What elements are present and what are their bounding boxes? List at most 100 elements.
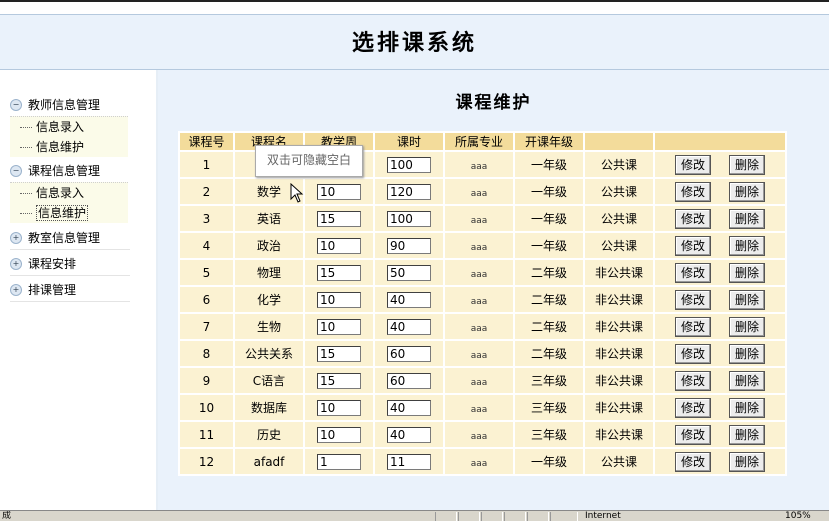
expand-icon[interactable]: + <box>10 284 22 296</box>
weeks-input[interactable] <box>317 345 361 362</box>
grade-cell: 二年级 <box>515 314 583 339</box>
sidebar-group-classroom[interactable]: + 教室信息管理 <box>10 227 130 250</box>
sidebar-group-teacher-header[interactable]: − 教师信息管理 <box>10 94 130 116</box>
column-header: 开课年级 <box>515 133 583 150</box>
weeks-input[interactable] <box>317 210 361 227</box>
hours-input[interactable] <box>387 291 431 308</box>
weeks-input[interactable] <box>317 426 361 443</box>
delete-button[interactable]: 删除 <box>729 154 765 175</box>
hours-input[interactable] <box>387 453 431 470</box>
edit-button[interactable]: 修改 <box>675 370 711 391</box>
edit-button[interactable]: 修改 <box>675 424 711 445</box>
edit-button[interactable]: 修改 <box>675 451 711 472</box>
delete-button[interactable]: 删除 <box>729 181 765 202</box>
sidebar-group-arrange-header[interactable]: + 排课管理 <box>10 279 130 301</box>
weeks-input[interactable] <box>317 183 361 200</box>
weeks-cell <box>305 206 373 231</box>
edit-button[interactable]: 修改 <box>675 208 711 229</box>
sidebar-group-label: 教师信息管理 <box>28 98 101 112</box>
course-id-cell: 5 <box>180 260 233 285</box>
sidebar-group-label: 教室信息管理 <box>28 231 101 245</box>
edit-button[interactable]: 修改 <box>675 262 711 283</box>
edit-button[interactable]: 修改 <box>675 235 711 256</box>
hours-input[interactable] <box>387 345 431 362</box>
edit-button[interactable]: 修改 <box>675 154 711 175</box>
sidebar-item-course-entry[interactable]: 信息录入 <box>10 183 128 203</box>
sidebar-group-schedule[interactable]: + 课程安排 <box>10 253 130 276</box>
course-id: 2 <box>202 184 211 199</box>
course-id: 8 <box>202 346 211 361</box>
weeks-input[interactable] <box>317 264 361 281</box>
delete-button[interactable]: 删除 <box>729 235 765 256</box>
edit-button[interactable]: 修改 <box>675 181 711 202</box>
main-content: 课程维护 课程号 课程名 教学周 课时 所属专业 开课年级 1大aaa一年级公共… <box>158 70 829 510</box>
hours-input[interactable] <box>387 372 431 389</box>
delete-button[interactable]: 删除 <box>729 289 765 310</box>
weeks-input[interactable] <box>317 453 361 470</box>
hours-input[interactable] <box>387 183 431 200</box>
course-name-cell: afadf <box>235 449 303 474</box>
edit-button[interactable]: 修改 <box>675 343 711 364</box>
weeks-input[interactable] <box>317 372 361 389</box>
course-name: 数学 <box>256 185 281 199</box>
delete-button[interactable]: 删除 <box>729 208 765 229</box>
sidebar-group-arrange[interactable]: + 排课管理 <box>10 279 130 302</box>
hours-input[interactable] <box>387 210 431 227</box>
hours-input[interactable] <box>387 237 431 254</box>
hours-input[interactable] <box>387 399 431 416</box>
course-name: 历史 <box>256 428 281 442</box>
collapse-icon[interactable]: − <box>10 99 22 111</box>
course-type: 非公共课 <box>594 401 643 415</box>
column-header: 课时 <box>375 133 443 150</box>
column-header: 所属专业 <box>445 133 513 150</box>
delete-button[interactable]: 删除 <box>729 262 765 283</box>
major-cell: aaa <box>445 287 513 312</box>
delete-button[interactable]: 删除 <box>729 343 765 364</box>
hours-cell <box>375 179 443 204</box>
delete-button[interactable]: 删除 <box>729 451 765 472</box>
hours-cell <box>375 287 443 312</box>
major-cell: aaa <box>445 179 513 204</box>
hours-input[interactable] <box>387 426 431 443</box>
course-id-cell: 3 <box>180 206 233 231</box>
major-cell: aaa <box>445 206 513 231</box>
weeks-cell <box>305 422 373 447</box>
sidebar-item-label: 信息维护 <box>36 140 85 154</box>
weeks-input[interactable] <box>317 291 361 308</box>
expand-icon[interactable]: + <box>10 232 22 244</box>
weeks-input[interactable] <box>317 399 361 416</box>
sidebar-item-course-maintain[interactable]: 信息维护 <box>10 203 128 223</box>
hours-cell <box>375 422 443 447</box>
weeks-input[interactable] <box>317 318 361 335</box>
edit-button[interactable]: 修改 <box>675 316 711 337</box>
delete-button[interactable]: 删除 <box>729 370 765 391</box>
course-name-cell: 化学 <box>235 287 303 312</box>
hours-input[interactable] <box>387 318 431 335</box>
actions-cell: 修改 删除 <box>655 233 785 258</box>
type-cell: 非公共课 <box>585 422 653 447</box>
edit-button[interactable]: 修改 <box>675 289 711 310</box>
expand-icon[interactable]: + <box>10 258 22 270</box>
course-id: 9 <box>202 373 211 388</box>
course-id-cell: 12 <box>180 449 233 474</box>
sidebar-item-teacher-entry[interactable]: 信息录入 <box>10 117 128 137</box>
course-name-cell: 生物 <box>235 314 303 339</box>
major-value: aaa <box>470 350 488 361</box>
sidebar-item-teacher-maintain[interactable]: 信息维护 <box>10 137 128 157</box>
grade-cell: 二年级 <box>515 260 583 285</box>
hours-input[interactable] <box>387 264 431 281</box>
sidebar-group-classroom-header[interactable]: + 教室信息管理 <box>10 227 130 249</box>
delete-button[interactable]: 删除 <box>729 316 765 337</box>
delete-button[interactable]: 删除 <box>729 424 765 445</box>
grade-value: 一年级 <box>530 212 567 226</box>
major-cell: aaa <box>445 422 513 447</box>
course-type: 公共课 <box>600 185 637 199</box>
delete-button[interactable]: 删除 <box>729 397 765 418</box>
hours-input[interactable] <box>387 156 431 173</box>
sidebar-group-schedule-header[interactable]: + 课程安排 <box>10 253 130 275</box>
edit-button[interactable]: 修改 <box>675 397 711 418</box>
weeks-input[interactable] <box>317 237 361 254</box>
sidebar-group-course-header[interactable]: − 课程信息管理 <box>10 160 130 182</box>
sidebar-item-label: 信息录入 <box>36 186 85 200</box>
collapse-icon[interactable]: − <box>10 165 22 177</box>
